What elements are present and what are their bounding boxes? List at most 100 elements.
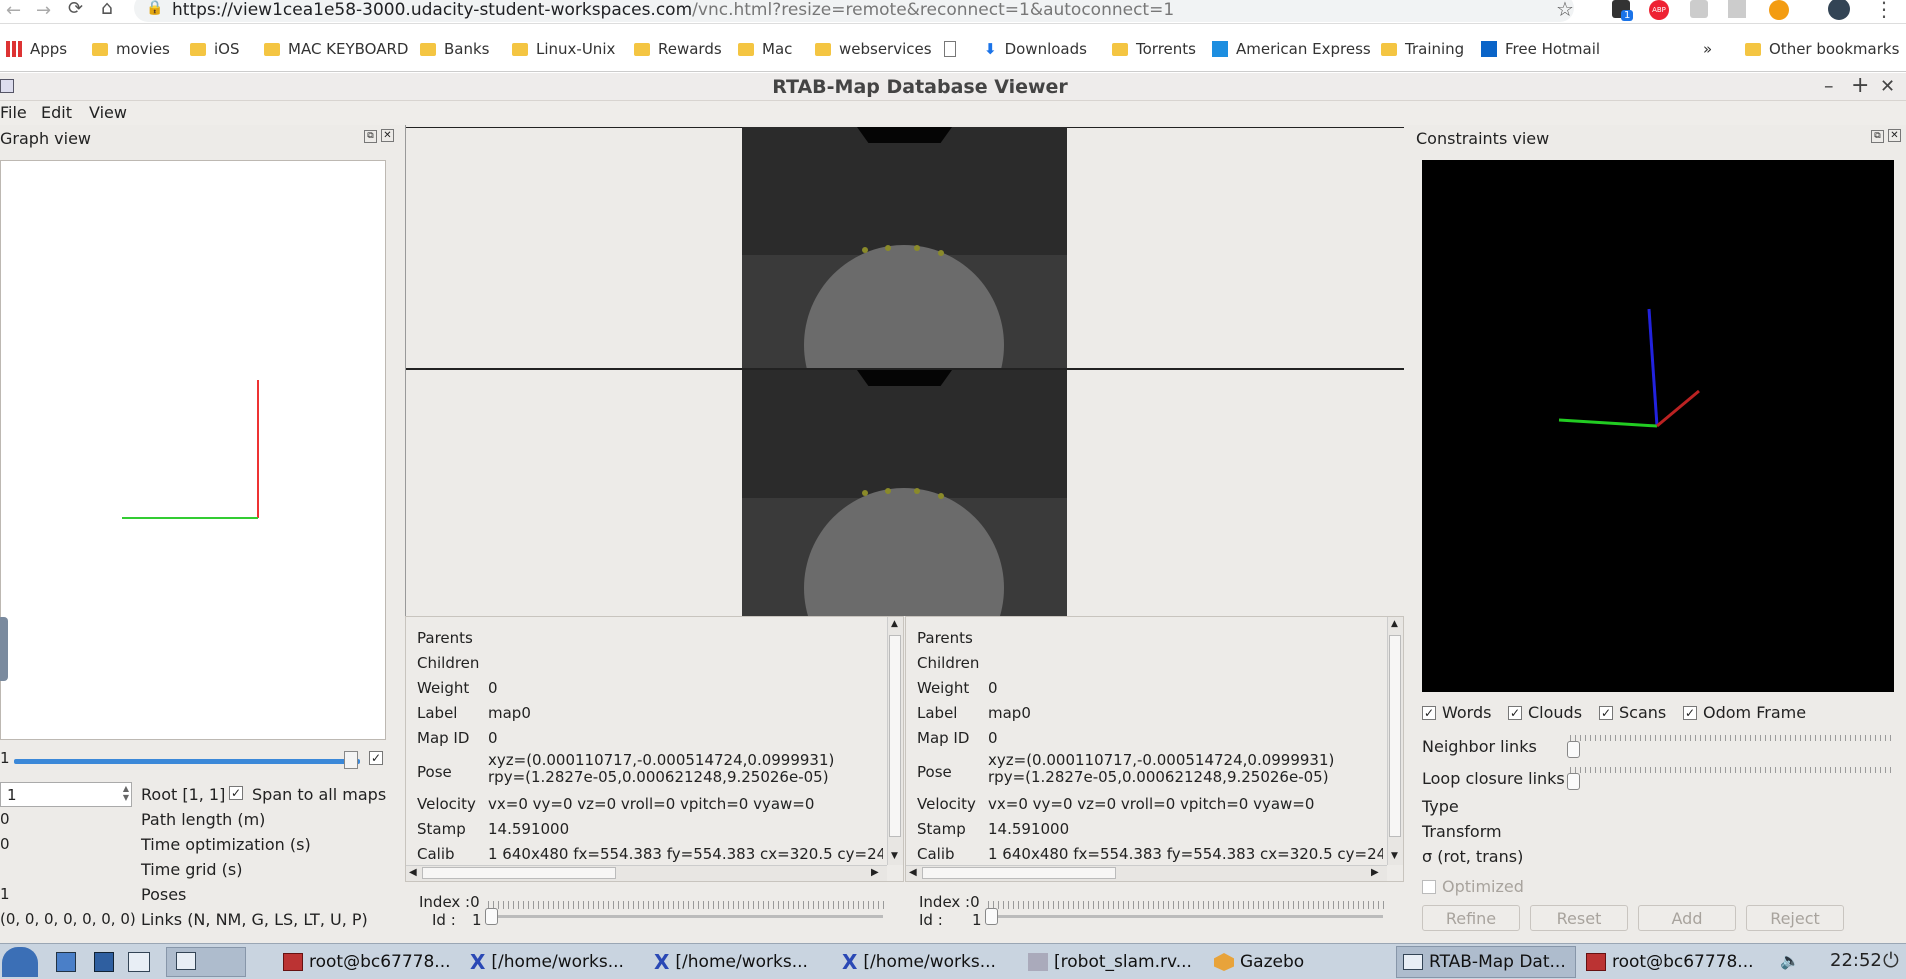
bookmark-rewards[interactable]: Rewards [634,38,722,60]
bookmark-page[interactable] [944,38,956,60]
task-xterm-3[interactable]: X [/home/works... [842,948,996,976]
id-right-slider[interactable] [988,915,1383,918]
bookmark-training[interactable]: Training [1381,38,1464,60]
bookmark-american-express[interactable]: American Express [1212,38,1371,60]
reset-button[interactable]: Reset [1530,905,1628,931]
terminal-icon[interactable] [94,952,114,972]
horizontal-scrollbar[interactable]: ◀ ▶ [406,865,887,881]
id-left-slider-handle[interactable] [485,908,498,925]
adblock-icon[interactable]: ABP [1649,0,1669,20]
scroll-handle[interactable] [0,617,8,681]
bookmark-other[interactable]: Other bookmarks [1745,38,1899,60]
extension2-icon[interactable] [1690,0,1708,18]
spin-arrows-icon[interactable]: ▲ ▼ [123,784,129,802]
task-rtabmap[interactable]: RTAB-Map Dat... [1396,946,1576,978]
menu-dots-icon[interactable]: ⋮ [1874,0,1894,21]
panel-close-icon[interactable]: ✕ [1888,129,1901,142]
task-terminal-1[interactable]: root@bc67778... [283,948,451,976]
bookmark-mac-keyboard[interactable]: MAC KEYBOARD [264,38,408,60]
float-icon[interactable]: ⧉ [364,130,377,143]
window-list-icon[interactable] [128,952,150,972]
maximize-button[interactable]: + [1851,73,1869,98]
task-terminal-2[interactable]: root@bc67778... [1586,948,1754,976]
graph-slider-handle[interactable] [344,751,358,769]
scroll-thumb[interactable] [1389,635,1401,837]
star-icon[interactable]: ☆ [1556,0,1574,21]
close-button[interactable]: ✕ [1880,76,1895,97]
minimize-button[interactable]: – [1824,75,1834,97]
menu-view[interactable]: View [89,103,127,122]
task-xterm-2[interactable]: X [/home/works... [654,948,808,976]
bookmark-free-hotmail[interactable]: Free Hotmail [1481,38,1600,60]
scroll-up-icon[interactable]: ▲ [891,619,898,629]
float-icon[interactable]: ⧉ [1871,130,1884,143]
graph-slider[interactable] [14,759,360,764]
neighbor-links-handle[interactable] [1567,741,1580,758]
optimized-toggle[interactable]: Optimized [1422,877,1524,896]
vertical-scrollbar[interactable]: ▲ ▼ [1387,617,1403,865]
reject-button[interactable]: Reject [1746,905,1844,931]
id-left-slider[interactable] [488,915,883,918]
task-xterm-1[interactable]: X [/home/works... [470,948,624,976]
pdf-icon[interactable] [1728,0,1746,18]
span-all-maps-checkbox[interactable]: ✓ [229,786,243,800]
scans-toggle[interactable]: ✓ Scans [1599,703,1666,722]
graph-canvas[interactable] [0,160,386,740]
reload-icon[interactable]: ⟳ [68,0,83,19]
back-icon[interactable]: ← [6,0,21,21]
start-menu-icon[interactable] [2,947,38,977]
scroll-thumb[interactable] [922,867,1116,879]
graph-checkbox[interactable]: ✓ [369,751,383,765]
clouds-checkbox[interactable]: ✓ [1508,705,1522,720]
task-rviz[interactable]: [robot_slam.rv... [1028,948,1192,976]
scroll-thumb[interactable] [889,635,901,837]
file-manager-icon[interactable] [56,952,76,972]
bookmarks-overflow-button[interactable]: » [1703,38,1712,60]
scroll-up-icon[interactable]: ▲ [1391,619,1398,629]
image-view-right[interactable] [742,370,1067,616]
scans-checkbox[interactable]: ✓ [1599,705,1613,720]
bookmark-banks[interactable]: Banks [420,38,490,60]
info-table-left[interactable]: Parents Children Weight 0 Label map0 Map… [405,616,904,882]
menu-file[interactable]: File [0,103,27,122]
task-gazebo[interactable]: Gazebo [1214,948,1304,976]
panel-close-icon[interactable]: ✕ [381,129,394,142]
bookmark-linux-unix[interactable]: Linux-Unix [512,38,615,60]
loop-closure-handle[interactable] [1567,773,1580,790]
bookmark-downloads[interactable]: ⬇ Downloads [984,38,1087,60]
address-bar[interactable]: https://view1cea1e58-3000.udacity-studen… [134,0,1574,22]
neighbor-links-slider[interactable] [1570,735,1892,741]
optimized-checkbox[interactable] [1422,879,1436,894]
bookmark-webservices[interactable]: webservices [815,38,932,60]
horizontal-scrollbar[interactable]: ◀ ▶ [906,865,1387,881]
root-spinbox[interactable]: 1 ▲ ▼ [0,782,132,807]
home-icon[interactable]: ⌂ [101,0,113,19]
menu-edit[interactable]: Edit [41,103,72,122]
scroll-right-icon[interactable]: ▶ [1371,867,1379,878]
id-right-slider-handle[interactable] [985,908,998,925]
power-icon[interactable]: ⏻ [1883,948,1899,972]
scroll-left-icon[interactable]: ◀ [909,867,917,878]
scroll-left-icon[interactable]: ◀ [409,867,417,878]
vertical-scrollbar[interactable]: ▲ ▼ [887,617,903,865]
bookmark-mac[interactable]: Mac [738,38,792,60]
info-table-right[interactable]: Parents Children Weight 0 Label map0 Map… [905,616,1404,882]
words-checkbox[interactable]: ✓ [1422,705,1436,720]
loop-closure-slider[interactable] [1570,767,1892,773]
forward-icon[interactable]: → [36,0,51,21]
bookmark-ios[interactable]: iOS [190,38,240,60]
refine-button[interactable]: Refine [1422,905,1520,931]
image-view-left[interactable] [742,127,1067,368]
volume-icon[interactable]: 🔈 [1780,951,1800,970]
constraints-canvas[interactable] [1422,160,1894,692]
bookmark-movies[interactable]: movies [92,38,170,60]
add-button[interactable]: Add [1638,905,1736,931]
bookmark-apps[interactable]: Apps [6,38,67,60]
index-left-slider[interactable] [488,901,884,909]
scroll-thumb[interactable] [422,867,616,879]
index-right-slider[interactable] [988,901,1384,909]
scroll-right-icon[interactable]: ▶ [871,867,879,878]
scroll-down-icon[interactable]: ▼ [891,851,898,861]
odom-frame-toggle[interactable]: ✓ Odom Frame [1683,703,1806,722]
profile-avatar[interactable] [1828,0,1850,20]
